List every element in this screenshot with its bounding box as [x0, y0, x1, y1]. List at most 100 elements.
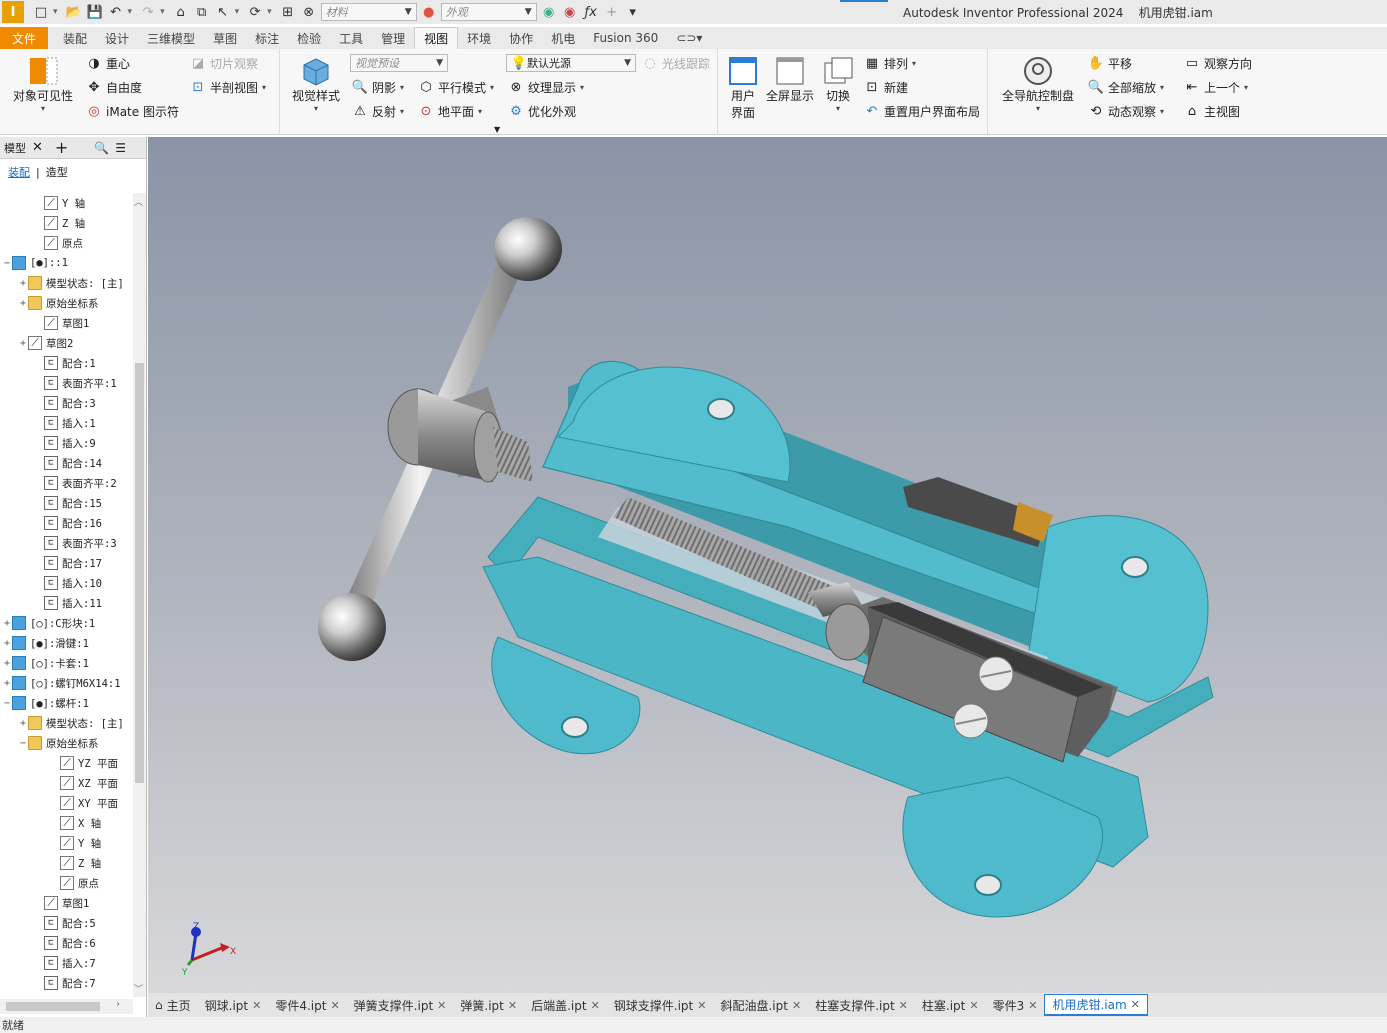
tree-node[interactable]: ⊏ 配合:3 [0, 393, 133, 413]
document-tab[interactable]: 柱塞.ipt ✕ [915, 994, 986, 1016]
expand-toggle-icon[interactable]: − [2, 258, 12, 269]
document-tab[interactable]: 钢球.ipt ✕ [198, 994, 269, 1016]
graphics-viewport[interactable]: X Y Z [148, 137, 1387, 993]
tab-2[interactable]: 设计 [96, 27, 138, 49]
tab-13[interactable]: Fusion 360 [584, 27, 667, 49]
half-section-button[interactable]: ⊡ 半剖视图 ▾ [190, 79, 266, 96]
tree-node[interactable]: ⟋ XZ 平面 [0, 773, 133, 793]
expand-toggle-icon[interactable]: − [18, 738, 28, 749]
tab-6[interactable]: 检验 [288, 27, 330, 49]
close-tab-icon[interactable]: ✕ [252, 999, 261, 1012]
expand-toggle-icon[interactable]: + [2, 638, 12, 649]
scroll-up-icon[interactable]: ︿ [134, 195, 143, 208]
tree-node[interactable]: ⟋ Y 轴 [0, 193, 133, 213]
menu-icon[interactable]: ☰ [115, 141, 126, 155]
visual-style-button[interactable]: 视觉样式 ▾ [288, 55, 344, 113]
plus-icon[interactable]: + [603, 3, 621, 21]
tree-node[interactable]: + [○]:C形块:1 [0, 613, 133, 633]
color-override-icon[interactable]: ⊗ [300, 3, 318, 21]
expand-toggle-icon[interactable]: + [2, 618, 12, 629]
tree-node[interactable]: − 原始坐标系 [0, 733, 133, 753]
appearance-select[interactable]: 外观 ▼ [440, 3, 537, 21]
close-tab-icon[interactable]: ✕ [437, 999, 446, 1012]
tab-11[interactable]: 协作 [500, 27, 542, 49]
fullscreen-button[interactable]: 全屏显示 [764, 55, 816, 104]
browser-hscrollbar[interactable]: › [0, 999, 133, 1014]
tree-node[interactable]: ⟋ 原点 [0, 233, 133, 253]
tab-9[interactable]: 视图 [414, 27, 459, 49]
tree-node[interactable]: + [○]:螺钉M6X14:1 [0, 673, 133, 693]
close-tab-icon[interactable]: ✕ [792, 999, 801, 1012]
imate-button[interactable]: ◎ iMate 图示符 [86, 103, 179, 120]
tree-node[interactable]: ⟋ X 轴 [0, 813, 133, 833]
tree-node[interactable]: ⟋ Z 轴 [0, 213, 133, 233]
tree-node[interactable]: + [●]:滑键:1 [0, 633, 133, 653]
tree-node[interactable]: ⊏ 表面齐平:3 [0, 533, 133, 553]
document-tab[interactable]: 零件3 ✕ [986, 994, 1045, 1016]
switch-button[interactable]: 切换 ▾ [818, 55, 858, 113]
pan-button[interactable]: ✋ 平移 [1088, 55, 1132, 72]
lighting-select[interactable]: 💡默认光源 ▼ [506, 54, 636, 72]
close-tab-icon[interactable]: ✕ [330, 999, 339, 1012]
document-tab[interactable]: 弹簧支撑件.ipt ✕ [347, 994, 454, 1016]
close-tab-icon[interactable]: ✕ [591, 999, 600, 1012]
close-tab-icon[interactable]: ✕ [697, 999, 706, 1012]
material-select[interactable]: 材料 ▼ [320, 3, 417, 21]
expand-toggle-icon[interactable]: + [18, 298, 28, 309]
browser-tab-label[interactable]: 模型 [4, 140, 26, 156]
optimize-button[interactable]: ⚙ 优化外观 [508, 103, 576, 120]
expand-toggle-icon[interactable]: + [18, 718, 28, 729]
scrollbar-thumb[interactable] [135, 363, 144, 783]
document-tab[interactable]: 零件4.ipt ✕ [268, 994, 346, 1016]
vise-model[interactable]: X Y Z [148, 137, 1387, 993]
tree-node[interactable]: ⟋ 原点 [0, 873, 133, 893]
ortho-button[interactable]: ⬡ 平行模式 ▾ [418, 79, 494, 96]
visual-preset-select[interactable]: 视觉预设 ▼ [350, 54, 448, 72]
tab-0[interactable]: 文件 [0, 27, 49, 49]
new-window-button[interactable]: ⊡ 新建 [864, 79, 908, 96]
slice-button[interactable]: ◪ 切片观察 [190, 55, 258, 72]
shadows-button[interactable]: 🔍 阴影 ▾ [352, 79, 404, 96]
center-gravity-button[interactable]: ◑ 重心 [86, 55, 130, 72]
expand-toggle-icon[interactable]: + [18, 278, 28, 289]
tab-7[interactable]: 工具 [330, 27, 372, 49]
tree-node[interactable]: ⟋ Z 轴 [0, 853, 133, 873]
tree-node[interactable]: ⊏ 配合:15 [0, 493, 133, 513]
document-tab[interactable]: ⌂ 主页 [148, 994, 198, 1016]
close-tab-icon[interactable]: ✕ [969, 999, 978, 1012]
tree-node[interactable]: ⊏ 配合:17 [0, 553, 133, 573]
reflections-button[interactable]: ⚠ 反射 ▾ [352, 103, 404, 120]
scroll-down-icon[interactable]: ﹀ [134, 982, 143, 995]
scroll-right-icon[interactable]: › [116, 999, 120, 1010]
tree-node[interactable]: − [●]::1 [0, 253, 133, 273]
home-icon[interactable]: ⌂ [172, 3, 190, 21]
expand-toggle-icon[interactable]: − [2, 698, 12, 709]
close-icon[interactable]: ✕ [32, 140, 43, 155]
tree-node[interactable]: + 模型状态: [主] [0, 273, 133, 293]
home-view-button[interactable]: ⌂ 主视图 [1184, 103, 1240, 120]
tree-node[interactable]: ⊏ 表面齐平:1 [0, 373, 133, 393]
user-interface-button[interactable]: 用户界面 [724, 55, 762, 121]
browser-subtab-0[interactable]: 装配 [8, 164, 30, 180]
expand-toggle-icon[interactable]: + [2, 678, 12, 689]
document-tab[interactable]: 柱塞支撑件.ipt ✕ [808, 994, 915, 1016]
tree-node[interactable]: ⊏ 配合:7 [0, 973, 133, 993]
tab-5[interactable]: 标注 [246, 27, 288, 49]
look-at-button[interactable]: ▭ 观察方向 [1184, 55, 1252, 72]
dof-button[interactable]: ✥ 自由度 [86, 79, 142, 96]
tree-node[interactable]: ⊏ 插入:9 [0, 433, 133, 453]
measure-icon[interactable]: ⊞ [279, 3, 297, 21]
ground-plane-button[interactable]: ⊙ 地平面 ▾ [418, 103, 482, 120]
adjust-icon[interactable]: ◉ [540, 3, 558, 21]
browser-scrollbar[interactable]: ︿ ﹀ [133, 193, 146, 997]
document-tab[interactable]: 机用虎钳.iam ✕ [1044, 994, 1148, 1016]
navigation-wheel-button[interactable]: 全导航控制盘 ▾ [998, 55, 1078, 113]
tree-node[interactable]: ⟋ YZ 平面 [0, 753, 133, 773]
tree-node[interactable]: ⊏ 配合:5 [0, 913, 133, 933]
tree-node[interactable]: ⊏ 配合:6 [0, 933, 133, 953]
fx-icon[interactable]: ƒx [582, 3, 600, 21]
tab-10[interactable]: 环境 [458, 27, 500, 49]
close-tab-icon[interactable]: ✕ [1028, 999, 1037, 1012]
clear-appearance-icon[interactable]: ◉ [561, 3, 579, 21]
tree-node[interactable]: ⊏ 配合:1 [0, 353, 133, 373]
